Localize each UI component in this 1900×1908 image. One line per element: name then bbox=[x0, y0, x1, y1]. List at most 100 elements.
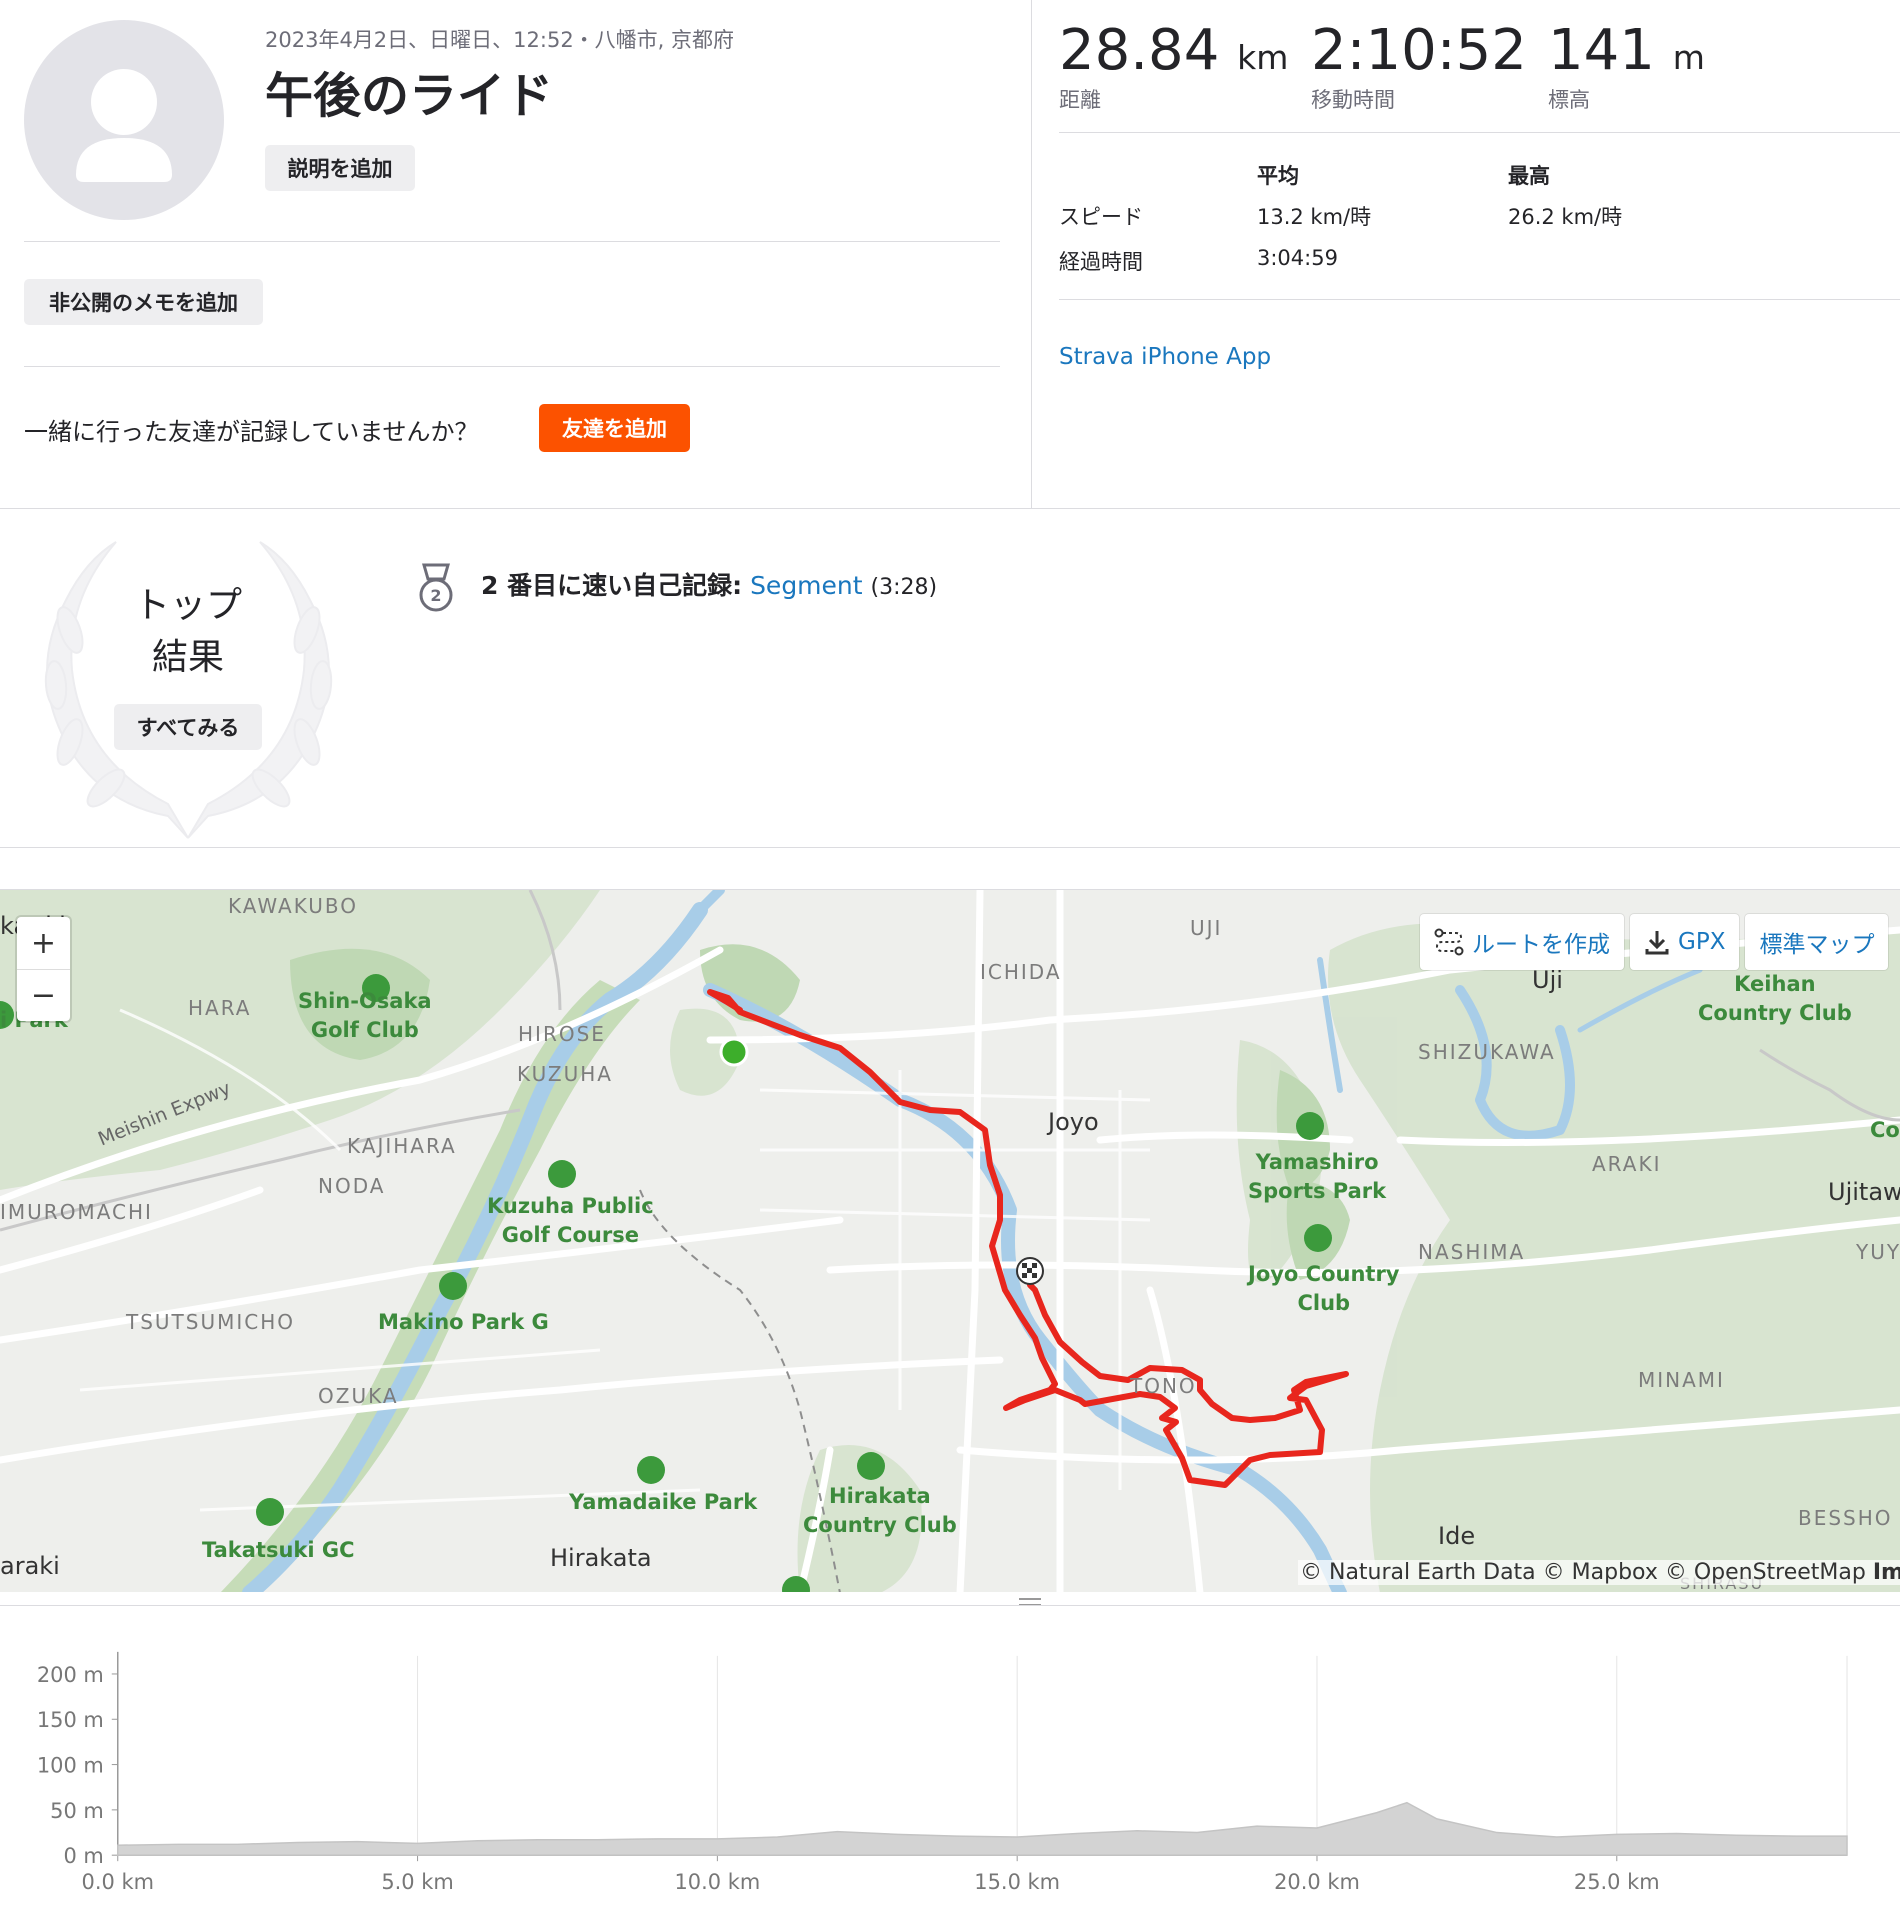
divider bbox=[24, 366, 1000, 367]
map-label: Uji bbox=[1532, 966, 1563, 994]
map-label: TSUTSUMICHO bbox=[126, 1310, 296, 1334]
map-label: IMUROMACHI bbox=[0, 1200, 153, 1224]
distance-value: 28.84 km bbox=[1059, 18, 1289, 83]
col-max-header: 最高 bbox=[1508, 164, 1550, 188]
map-label-park: Takatsuki GC bbox=[202, 1538, 355, 1562]
map-label: KAWAKUBO bbox=[228, 894, 359, 918]
distance-unit: km bbox=[1237, 38, 1289, 77]
activity-title: 午後のライド bbox=[265, 68, 554, 124]
map-label: HIROSE bbox=[518, 1022, 606, 1046]
top-results-label: トップ 結果 bbox=[98, 580, 278, 684]
map-label: NASHIMA bbox=[1418, 1240, 1526, 1264]
pr-text: 2 番目に速い自己記録: bbox=[481, 571, 743, 600]
elapsed-time-value: 3:04:59 bbox=[1257, 246, 1338, 270]
map-label: BESSHO bbox=[1798, 1506, 1893, 1530]
pr-achievement: 2 番目に速い自己記録: Segment (3:28) bbox=[481, 566, 937, 602]
x-tick-label: 20.0 km bbox=[1274, 1870, 1360, 1894]
add-description-button[interactable]: 説明を追加 bbox=[265, 145, 415, 191]
zoom-control: + − bbox=[17, 917, 70, 1021]
map-label: KAJIHARA bbox=[347, 1134, 457, 1158]
x-tick-label: 10.0 km bbox=[674, 1870, 760, 1894]
speed-avg: 13.2 km/時 bbox=[1257, 205, 1372, 229]
map-label: MINAMI bbox=[1638, 1368, 1725, 1392]
route-map[interactable]: KAWAKUBO kat ki HARA Shin-OsakaGolf Club… bbox=[0, 889, 1900, 1592]
see-all-button[interactable]: すべてみる bbox=[114, 704, 262, 750]
pr-time: (3:28) bbox=[870, 575, 938, 600]
elevation-chart[interactable]: 200 m 150 m 100 m 50 m 0 m0.0 km 5.0 km 10.0 k… bbox=[0, 1605, 1900, 1908]
map-label: SHIZUKAWA bbox=[1418, 1040, 1556, 1064]
elevation-unit: m bbox=[1672, 38, 1705, 77]
map-controls: ルートを作成 GPX 標準マップ bbox=[1420, 914, 1889, 970]
y-tick-label: 200 m bbox=[37, 1663, 104, 1687]
map-label-park: Shin-Osaka Golf Club bbox=[298, 989, 432, 1042]
create-route-button[interactable]: ルートを作成 bbox=[1420, 914, 1624, 970]
y-tick-label: 0 m bbox=[63, 1844, 103, 1868]
gpx-download-button[interactable]: GPX bbox=[1630, 914, 1740, 970]
zoom-out-button[interactable]: − bbox=[17, 969, 70, 1021]
elevation-profile-area bbox=[117, 1801, 1848, 1856]
map-label: OZUKA bbox=[318, 1384, 399, 1408]
vertical-divider bbox=[1031, 0, 1032, 508]
map-label-park: Co bbox=[1870, 1118, 1900, 1142]
route-icon bbox=[1434, 928, 1464, 956]
athlete-avatar[interactable] bbox=[24, 20, 224, 220]
map-label-park: Joyo Country Club bbox=[1248, 1262, 1400, 1315]
elevation-value: 141 m bbox=[1548, 18, 1705, 83]
zoom-in-button[interactable]: + bbox=[17, 917, 70, 969]
top-results-line2: 結果 bbox=[151, 637, 224, 678]
map-label: YUY bbox=[1856, 1240, 1900, 1264]
x-tick-label: 25.0 km bbox=[1574, 1870, 1660, 1894]
y-tick-label: 100 m bbox=[37, 1754, 104, 1778]
add-friends-button[interactable]: 友達を追加 bbox=[539, 404, 690, 452]
section-divider bbox=[0, 508, 1900, 509]
download-icon bbox=[1645, 931, 1669, 955]
map-label: HARA bbox=[188, 996, 252, 1020]
moving-time-value: 2:10:52 bbox=[1311, 18, 1527, 83]
map-label-park: Yamashiro Sports Park bbox=[1248, 1150, 1387, 1203]
create-route-label: ルートを作成 bbox=[1472, 932, 1610, 958]
device-link[interactable]: Strava iPhone App bbox=[1059, 344, 1271, 370]
map-label: ICHIDA bbox=[980, 960, 1062, 984]
map-attribution: © Natural Earth Data © Mapbox © OpenStre… bbox=[1298, 1560, 1900, 1585]
elapsed-time-label: 経過時間 bbox=[1059, 250, 1143, 274]
y-tick-label: 50 m bbox=[50, 1799, 104, 1823]
start-marker bbox=[719, 1037, 749, 1067]
attribution-text: © Natural Earth Data © Mapbox © OpenStre… bbox=[1300, 1560, 1866, 1585]
elevation-label: 標高 bbox=[1548, 88, 1590, 112]
x-tick-label: 15.0 km bbox=[974, 1870, 1060, 1894]
top-results-line1: トップ bbox=[133, 585, 242, 626]
friends-question: 一緒に行った友達が記録していませんか？ bbox=[24, 418, 479, 446]
speed-max: 26.2 km/時 bbox=[1508, 205, 1623, 229]
col-avg-header: 平均 bbox=[1257, 164, 1299, 188]
map-label-park: Kuzuha Public Golf Course bbox=[487, 1194, 654, 1247]
finish-marker bbox=[1016, 1257, 1044, 1285]
map-label: Joyo bbox=[1048, 1108, 1099, 1136]
map-label: Ide bbox=[1438, 1522, 1476, 1550]
map-label: NODA bbox=[318, 1174, 386, 1198]
segment-link[interactable]: Segment bbox=[750, 571, 863, 600]
section-divider bbox=[0, 847, 1900, 848]
map-label: araki bbox=[0, 1552, 60, 1580]
person-icon bbox=[76, 69, 172, 182]
divider bbox=[1059, 299, 1900, 300]
map-label: KUZUHA bbox=[517, 1062, 613, 1086]
map-label-park: Yamadaike Park bbox=[569, 1490, 758, 1514]
x-tick-label: 0.0 km bbox=[82, 1870, 154, 1894]
y-tick-label: 150 m bbox=[37, 1708, 104, 1732]
add-private-note-button[interactable]: 非公開のメモを追加 bbox=[24, 279, 263, 325]
map-label-park: Keihan Country Club bbox=[1698, 972, 1852, 1025]
map-label-park: Hirakata Country Club bbox=[803, 1484, 957, 1537]
speed-label: スピード bbox=[1059, 205, 1143, 229]
x-tick-label: 5.0 km bbox=[381, 1870, 453, 1894]
attribution-more[interactable]: Imp bbox=[1873, 1560, 1900, 1585]
divider bbox=[24, 241, 1000, 242]
medal-number: 2 bbox=[430, 586, 441, 605]
distance-label: 距離 bbox=[1059, 88, 1101, 112]
map-label: Ujitawa bbox=[1828, 1178, 1900, 1206]
activity-meta: 2023年4月2日、日曜日、12:52・八幡市, 京都府 bbox=[265, 28, 735, 52]
map-label: TONO bbox=[1130, 1374, 1197, 1398]
map-label-park: Makino Park G bbox=[378, 1310, 549, 1334]
map-label: ARAKI bbox=[1592, 1152, 1662, 1176]
map-style-button[interactable]: 標準マップ bbox=[1745, 914, 1889, 970]
map-label: Hirakata bbox=[550, 1544, 652, 1572]
